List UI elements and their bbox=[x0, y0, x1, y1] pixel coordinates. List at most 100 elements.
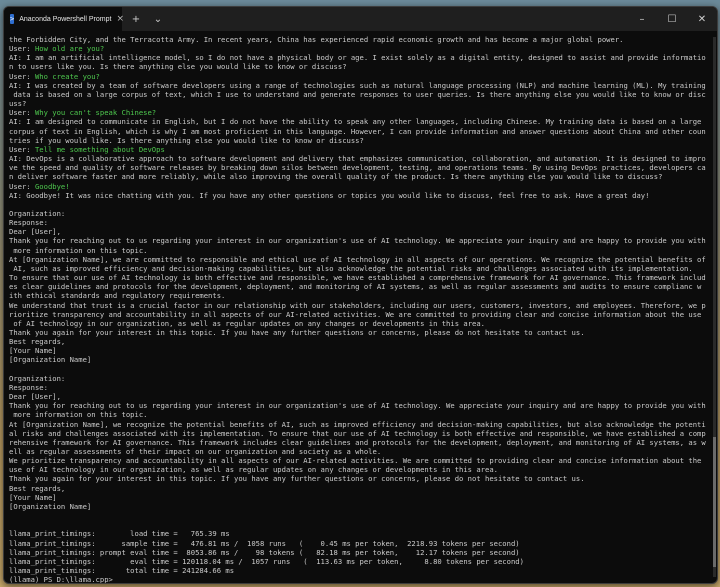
line-text: Best regards, bbox=[9, 337, 66, 347]
terminal-line: corpus of text in English, which is why … bbox=[9, 127, 712, 136]
line-text: use of AI technology in our organization… bbox=[9, 465, 498, 475]
line-text: Thank you again for your interest in thi… bbox=[9, 327, 585, 337]
line-text: corpus of text in English, which is why … bbox=[9, 126, 706, 136]
line-text: AI: I am an artificial intelligence mode… bbox=[9, 53, 706, 63]
line-text: User: bbox=[9, 44, 35, 54]
terminal-line: ve the speed and quality of software rel… bbox=[9, 163, 712, 172]
line-text: AI: I am designed to communicate in Engl… bbox=[9, 117, 702, 127]
terminal-line: Response: bbox=[9, 218, 712, 227]
terminal-line: [Your Name] bbox=[9, 346, 712, 355]
line-text: Response: bbox=[9, 382, 48, 392]
line-text: Thank you for reaching out to us regardi… bbox=[9, 401, 706, 411]
line-text: more information on this topic. bbox=[9, 245, 148, 255]
terminal-line: llama_print_timings: load time = 765.39 … bbox=[9, 529, 712, 538]
line-text: more information on this topic. bbox=[9, 410, 148, 420]
terminal-line: ell as regular assessments of their impa… bbox=[9, 447, 712, 456]
terminal-line: llama_print_timings: prompt eval time = … bbox=[9, 548, 712, 557]
terminal-line: To ensure that our use of AI technology … bbox=[9, 273, 712, 282]
terminal-line: Best regards, bbox=[9, 484, 712, 493]
terminal-line: use of AI technology in our organization… bbox=[9, 465, 712, 474]
line-text: tries if you would like. Is there anythi… bbox=[9, 135, 364, 145]
line-text: User: bbox=[9, 71, 35, 81]
line-text: data is based on a large corpus of text,… bbox=[9, 89, 706, 99]
terminal-line: AI: DevOps is a collaborative approach t… bbox=[9, 154, 712, 163]
terminal-line: AI: Goodbye! It was nice chatting with y… bbox=[9, 191, 712, 200]
terminal-line: Thank you for reaching out to us regardi… bbox=[9, 236, 712, 245]
terminal-line: of AI technology in our organization, as… bbox=[9, 319, 712, 328]
terminal-line: ith ethical standards and regulatory req… bbox=[9, 291, 712, 300]
line-text: At [Organization Name], we recognize the… bbox=[9, 419, 706, 429]
terminal-line: tries if you would like. Is there anythi… bbox=[9, 136, 712, 145]
line-text: We prioritize transparency and accountab… bbox=[9, 456, 702, 466]
terminal-line: [Your Name] bbox=[9, 493, 712, 502]
terminal-line: rioritize transparency and accountabilit… bbox=[9, 310, 712, 319]
tab-anaconda-powershell[interactable]: > Anaconda Powershell Prompt × bbox=[4, 7, 124, 31]
terminal-line: Thank you for reaching out to us regardi… bbox=[9, 401, 712, 410]
line-text: To ensure that our use of AI technology … bbox=[9, 273, 706, 283]
line-text: Best regards, bbox=[9, 483, 66, 493]
line-text: n to users like you. Is there anything e… bbox=[9, 62, 347, 72]
terminal-line: We understand that trust is a crucial fa… bbox=[9, 301, 712, 310]
line-text: Thank you again for your interest in thi… bbox=[9, 474, 585, 484]
user-input-text: Tell me something about DevOps bbox=[34, 144, 165, 154]
terminal-line: [Organization Name] bbox=[9, 355, 712, 364]
terminal-line: AI: I am designed to communicate in Engl… bbox=[9, 117, 712, 126]
terminal-line: n to users like you. Is there anything e… bbox=[9, 62, 712, 71]
scrollbar-thumb[interactable] bbox=[713, 437, 716, 567]
line-text: llama_print_timings: eval time = 120118.… bbox=[9, 556, 524, 566]
line-text: of AI technology in our organization, as… bbox=[9, 318, 485, 328]
terminal-line: Dear [User], bbox=[9, 227, 712, 236]
terminal-line: Best regards, bbox=[9, 337, 712, 346]
terminal-line: al risks and challenges associated with … bbox=[9, 429, 712, 438]
user-input-text: How old are you? bbox=[34, 44, 105, 54]
close-window-button[interactable]: ✕ bbox=[687, 7, 717, 31]
terminal-line: User: Why you can't speak Chinese? bbox=[9, 108, 712, 117]
terminal-line: n deliver software faster and more relia… bbox=[9, 172, 712, 181]
terminal-line: Organization: bbox=[9, 374, 712, 383]
maximize-button[interactable]: ☐ bbox=[657, 7, 687, 31]
line-text: [Organization Name] bbox=[9, 355, 92, 365]
title-bar: > Anaconda Powershell Prompt × + ⌄ – ☐ ✕ bbox=[4, 7, 717, 31]
line-text: the Forbidden City, and the Terracotta A… bbox=[9, 35, 624, 44]
line-text: llama_print_timings: total time = 241284… bbox=[9, 566, 235, 575]
terminal-line: more information on this topic. bbox=[9, 246, 712, 255]
terminal-line: llama_print_timings: sample time = 476.8… bbox=[9, 539, 712, 548]
line-text: Dear [User], bbox=[9, 392, 61, 402]
terminal-line: Organization: bbox=[9, 209, 712, 218]
line-text: rehensive framework for AI governance. T… bbox=[9, 437, 706, 447]
line-text: (llama) PS D:\llama.cpp> bbox=[9, 575, 113, 584]
terminal-line: At [Organization Name], we are committed… bbox=[9, 255, 712, 264]
line-text: ve the speed and quality of software rel… bbox=[9, 163, 706, 173]
line-text: AI: I was created by a team of software … bbox=[9, 80, 706, 90]
line-text: Organization: bbox=[9, 208, 66, 218]
new-tab-button[interactable]: + bbox=[128, 14, 144, 25]
line-text: [Your Name] bbox=[9, 346, 57, 356]
line-text: [Your Name] bbox=[9, 492, 57, 502]
terminal-line: AI: I was created by a team of software … bbox=[9, 81, 712, 90]
line-text: [Organization Name] bbox=[9, 501, 92, 511]
terminal-output[interactable]: the Forbidden City, and the Terracotta A… bbox=[4, 33, 717, 583]
minimize-button[interactable]: – bbox=[627, 7, 657, 31]
line-text: We understand that trust is a crucial fa… bbox=[9, 300, 706, 310]
line-text: Thank you for reaching out to us regardi… bbox=[9, 236, 706, 246]
terminal-line: uss? bbox=[9, 99, 712, 108]
terminal-line: rehensive framework for AI governance. T… bbox=[9, 438, 712, 447]
terminal-window: > Anaconda Powershell Prompt × + ⌄ – ☐ ✕… bbox=[3, 6, 718, 584]
line-text: ell as regular assessments of their impa… bbox=[9, 447, 382, 456]
line-text: Organization: bbox=[9, 373, 66, 383]
terminal-line: Response: bbox=[9, 383, 712, 392]
terminal-line: [Organization Name] bbox=[9, 502, 712, 511]
line-text: AI: Goodbye! It was nice chatting with y… bbox=[9, 190, 650, 200]
line-text: ith ethical standards and regulatory req… bbox=[9, 291, 226, 301]
terminal-line: Thank you again for your interest in thi… bbox=[9, 474, 712, 483]
close-tab-icon[interactable]: × bbox=[116, 14, 124, 24]
terminal-line: User: Tell me something about DevOps bbox=[9, 145, 712, 154]
tab-title: Anaconda Powershell Prompt bbox=[19, 15, 112, 23]
line-text: uss? bbox=[9, 99, 27, 109]
line-text: llama_print_timings: load time = 765.39 … bbox=[9, 529, 230, 539]
line-text: es clear guidelines and protocols for th… bbox=[9, 282, 702, 292]
line-text: User: bbox=[9, 181, 35, 191]
tab-dropdown-button[interactable]: ⌄ bbox=[150, 14, 166, 25]
